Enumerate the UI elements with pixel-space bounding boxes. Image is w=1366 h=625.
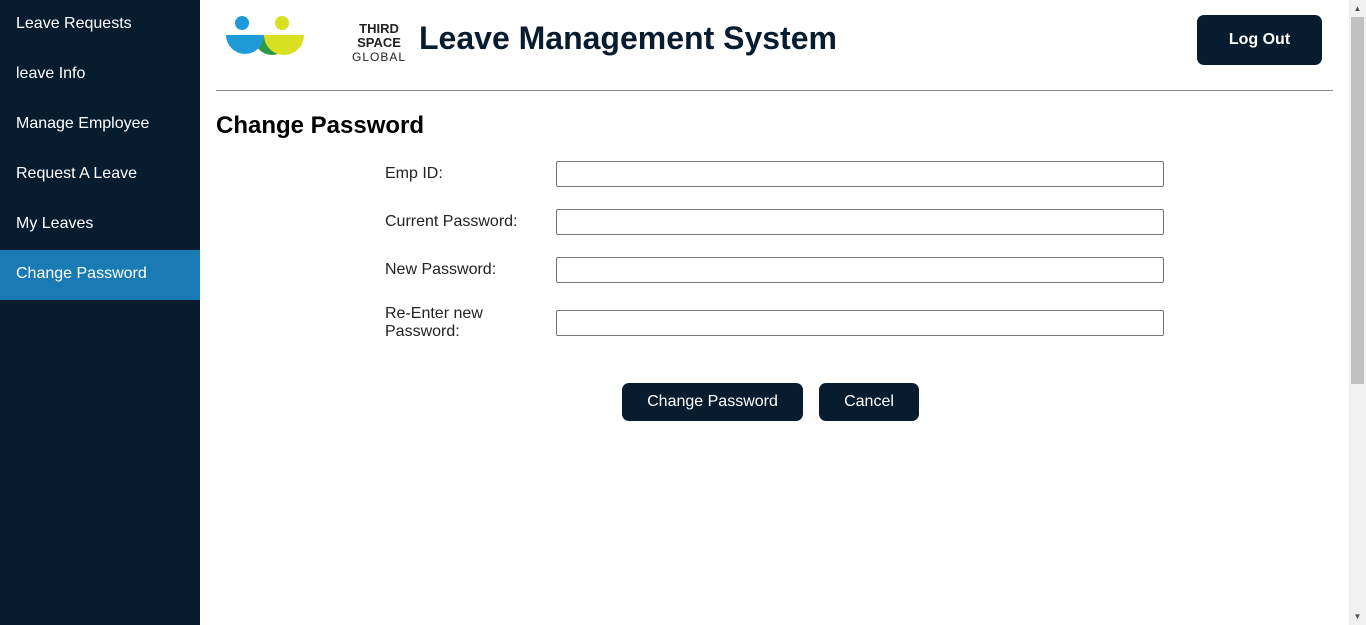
- company-logo: THIRD SPACE GLOBAL: [226, 13, 406, 64]
- logo-line-2: GLOBAL: [351, 50, 407, 64]
- reenter-password-input[interactable]: [556, 310, 1164, 336]
- new-password-input[interactable]: [556, 257, 1164, 283]
- reenter-password-label: Re-Enter new Password:: [385, 305, 483, 340]
- sidebar: Leave Requests leave Info Manage Employe…: [0, 0, 200, 625]
- sidebar-item-change-password[interactable]: Change Password: [0, 250, 200, 300]
- main-content: THIRD SPACE GLOBAL Leave Management Syst…: [200, 0, 1349, 625]
- logo-text: THIRD SPACE GLOBAL: [339, 21, 419, 65]
- sidebar-item-request-a-leave[interactable]: Request A Leave: [0, 150, 200, 200]
- cancel-button[interactable]: Cancel: [819, 383, 919, 421]
- new-password-label: New Password:: [385, 261, 497, 278]
- current-password-label: Current Password:: [385, 213, 518, 230]
- app-title: Leave Management System: [419, 20, 837, 56]
- sidebar-item-my-leaves[interactable]: My Leaves: [0, 200, 200, 250]
- logout-button[interactable]: Log Out: [1197, 15, 1322, 65]
- page-title: Change Password: [216, 112, 425, 139]
- logo-mark-icon: [226, 16, 304, 55]
- sidebar-item-leave-requests[interactable]: Leave Requests: [0, 0, 200, 50]
- scroll-down-icon[interactable]: ▼: [1349, 608, 1366, 625]
- emp-id-input[interactable]: [556, 161, 1164, 187]
- sidebar-item-leave-info[interactable]: leave Info: [0, 50, 200, 100]
- scroll-thumb[interactable]: [1351, 17, 1364, 384]
- scroll-up-icon[interactable]: ▲: [1349, 0, 1366, 17]
- sidebar-item-manage-employee[interactable]: Manage Employee: [0, 100, 200, 150]
- emp-id-label: Emp ID:: [385, 165, 443, 182]
- header-divider: [216, 90, 1333, 91]
- change-password-button[interactable]: Change Password: [622, 383, 803, 421]
- vertical-scrollbar[interactable]: ▲ ▼: [1349, 0, 1366, 625]
- current-password-input[interactable]: [556, 209, 1164, 235]
- logo-line-1: THIRD SPACE: [357, 21, 401, 50]
